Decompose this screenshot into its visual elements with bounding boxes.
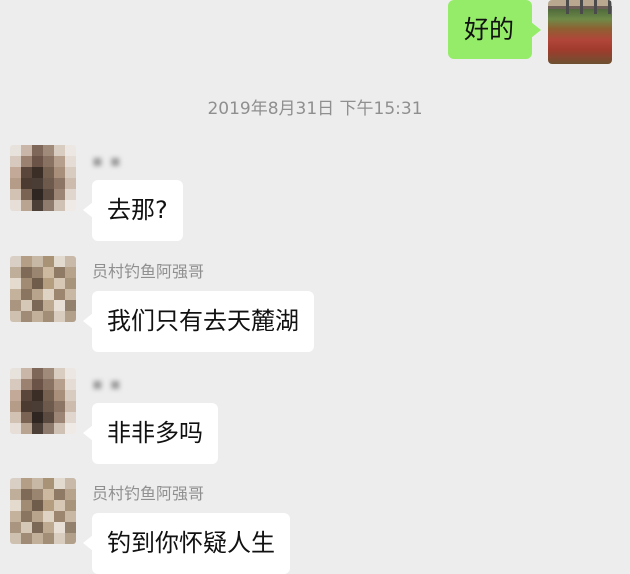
message-body: ​▪ ▪ 非非多吗	[83, 368, 218, 464]
message-body: 员村钓鱼阿强哥 钓到你怀疑人生	[83, 478, 290, 574]
message-body: ​▪ ▪ 去那?	[83, 145, 183, 241]
incoming-message: 员村钓鱼阿强哥 我们只有去天麓湖	[10, 256, 314, 352]
contact-avatar[interactable]	[10, 145, 76, 211]
sender-name: ​▪ ▪	[92, 374, 122, 393]
sender-name: ​▪ ▪	[92, 151, 122, 170]
contact-avatar[interactable]	[10, 478, 76, 544]
incoming-bubble[interactable]: 我们只有去天麓湖	[83, 291, 314, 352]
incoming-bubble[interactable]: 非非多吗	[83, 403, 218, 464]
incoming-message-text: 去那?	[107, 196, 168, 224]
message-body: 员村钓鱼阿强哥 我们只有去天麓湖	[83, 256, 314, 352]
chat-conversation[interactable]: 好的 2019年8月31日 下午15:31 ​▪ ▪ 去那?	[0, 0, 630, 574]
contact-avatar[interactable]	[10, 368, 76, 434]
incoming-message: ​▪ ▪ 非非多吗	[10, 368, 218, 464]
sender-name: 员村钓鱼阿强哥	[92, 262, 205, 281]
incoming-message-text: 非非多吗	[107, 419, 203, 447]
outgoing-bubble[interactable]: 好的	[447, 0, 542, 59]
self-avatar[interactable]	[548, 0, 612, 64]
outgoing-message: 好的	[447, 0, 612, 64]
incoming-message: ​▪ ▪ 去那?	[10, 145, 183, 241]
incoming-message-text: 我们只有去天麓湖	[107, 307, 299, 335]
contact-avatar[interactable]	[10, 256, 76, 322]
outgoing-message-text: 好的	[463, 15, 514, 44]
message-timestamp: 2019年8月31日 下午15:31	[207, 99, 423, 119]
incoming-bubble[interactable]: 去那?	[83, 180, 183, 241]
sender-name: 员村钓鱼阿强哥	[92, 484, 205, 503]
incoming-message-text: 钓到你怀疑人生	[107, 529, 275, 557]
incoming-message: 员村钓鱼阿强哥 钓到你怀疑人生	[10, 478, 290, 574]
incoming-bubble[interactable]: 钓到你怀疑人生	[83, 513, 290, 574]
